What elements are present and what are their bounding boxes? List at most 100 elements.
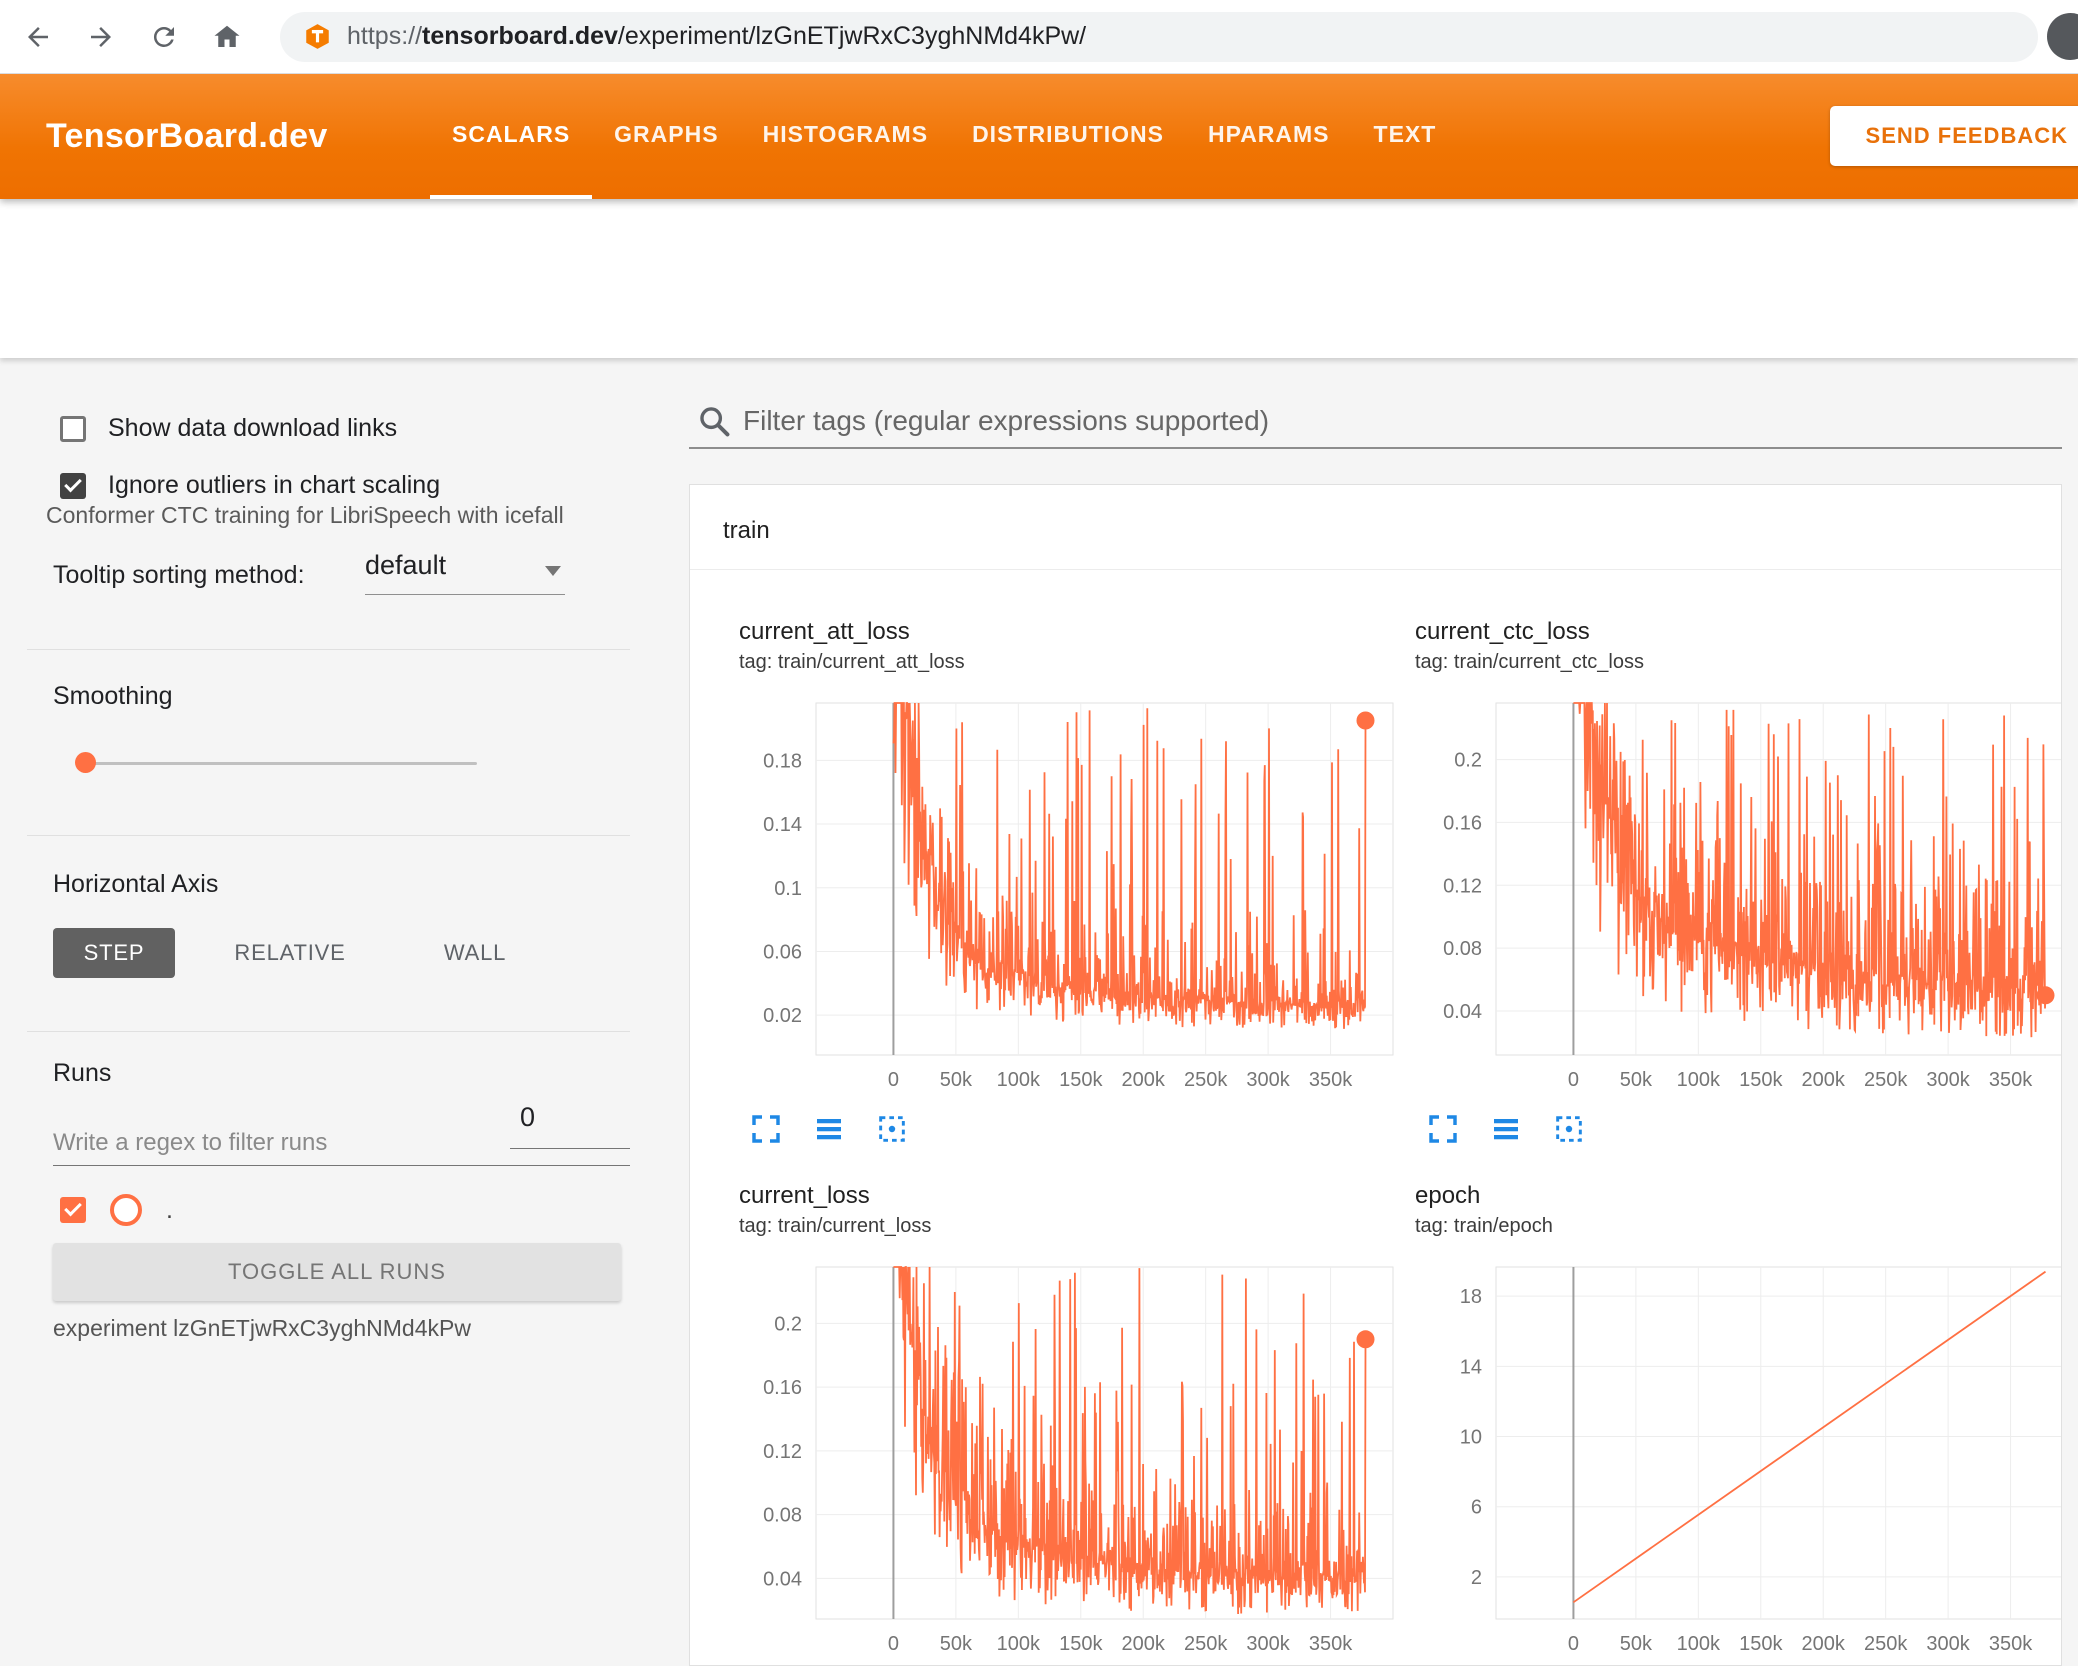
svg-text:0: 0 bbox=[1568, 1633, 1579, 1655]
svg-text:0.1: 0.1 bbox=[774, 878, 802, 900]
svg-text:0.14: 0.14 bbox=[763, 814, 802, 836]
address-bar[interactable]: https://tensorboard.dev/experiment/lzGnE… bbox=[280, 11, 2038, 62]
browser-chrome: https://tensorboard.dev/experiment/lzGnE… bbox=[0, 0, 2078, 74]
show-download-label: Show data download links bbox=[108, 414, 398, 442]
chart-title-current-loss: current_loss bbox=[739, 1182, 870, 1209]
svg-text:200k: 200k bbox=[1122, 1069, 1166, 1091]
svg-text:250k: 250k bbox=[1184, 1069, 1228, 1091]
tag-filter-input[interactable] bbox=[743, 398, 1983, 444]
chart-canvas-epoch[interactable]: 2 6 10 14 18 0 50k 100k 150k 200k 250k 300k 350k bbox=[1401, 1261, 2062, 1666]
tab-text[interactable]: TEXT bbox=[1352, 73, 1459, 199]
svg-text:0.16: 0.16 bbox=[763, 1377, 802, 1399]
svg-text:300k: 300k bbox=[1926, 1633, 1970, 1655]
axis-wall-button[interactable]: WALL bbox=[405, 928, 545, 978]
tab-hparams[interactable]: HPARAMS bbox=[1186, 73, 1352, 199]
svg-text:200k: 200k bbox=[1802, 1633, 1846, 1655]
experiment-title: Conformer CTC training for LibriSpeech w… bbox=[46, 502, 564, 528]
browser-avatar[interactable] bbox=[2047, 13, 2078, 60]
chart-canvas-current-ctc-loss[interactable]: 0.04 0.08 0.12 0.16 0.2 0 50k 100k 150k 200k 250k 3… bbox=[1401, 697, 2062, 1107]
svg-text:100k: 100k bbox=[997, 1069, 1041, 1091]
svg-text:250k: 250k bbox=[1864, 1069, 1908, 1091]
y-axis-settings-icon[interactable] bbox=[1490, 1113, 1522, 1145]
ignore-outliers-row: Ignore outliers in chart scaling bbox=[60, 471, 440, 500]
url-domain: tensorboard.dev bbox=[422, 22, 618, 50]
axis-relative-button[interactable]: RELATIVE bbox=[197, 928, 383, 978]
svg-text:150k: 150k bbox=[1059, 1069, 1103, 1091]
svg-text:0.08: 0.08 bbox=[1443, 938, 1482, 960]
fit-domain-icon[interactable] bbox=[1553, 1113, 1585, 1145]
chart-tag-epoch: tag: train/epoch bbox=[1415, 1215, 1553, 1237]
svg-text:350k: 350k bbox=[1989, 1633, 2033, 1655]
runs-filter-input[interactable] bbox=[53, 1120, 630, 1166]
tensorboard-dev-page: https://tensorboard.dev/experiment/lzGnE… bbox=[0, 0, 2078, 1666]
svg-text:50k: 50k bbox=[1620, 1633, 1653, 1655]
svg-text:10: 10 bbox=[1460, 1427, 1482, 1449]
url-scheme: https:// bbox=[347, 22, 423, 50]
tooltip-sorting-label: Tooltip sorting method: bbox=[53, 561, 305, 589]
svg-text:300k: 300k bbox=[1246, 1069, 1290, 1091]
tab-scalars[interactable]: SCALARS bbox=[430, 73, 593, 199]
svg-text:14: 14 bbox=[1460, 1356, 1482, 1378]
home-icon[interactable] bbox=[212, 22, 242, 52]
svg-text:0.04: 0.04 bbox=[763, 1568, 802, 1590]
svg-text:0: 0 bbox=[888, 1633, 899, 1655]
svg-text:150k: 150k bbox=[1739, 1633, 1783, 1655]
svg-text:350k: 350k bbox=[1309, 1633, 1353, 1655]
smoothing-slider-track[interactable] bbox=[85, 762, 477, 765]
svg-text:0: 0 bbox=[888, 1069, 899, 1091]
svg-text:0.12: 0.12 bbox=[1443, 875, 1482, 897]
ignore-outliers-checkbox[interactable] bbox=[60, 472, 86, 499]
chart-canvas-current-loss[interactable]: 0.04 0.08 0.12 0.16 0.2 0 50k 100k 150k 200k 250k 3… bbox=[721, 1261, 1421, 1666]
svg-text:0.06: 0.06 bbox=[763, 941, 802, 963]
tooltip-sorting-select[interactable]: default bbox=[365, 550, 565, 595]
run-color-icon[interactable] bbox=[110, 1194, 142, 1226]
chart-title-epoch: epoch bbox=[1415, 1182, 1481, 1209]
svg-text:50k: 50k bbox=[940, 1633, 973, 1655]
show-download-checkbox[interactable] bbox=[60, 415, 86, 442]
chevron-down-icon bbox=[545, 566, 561, 576]
svg-text:0.08: 0.08 bbox=[763, 1505, 802, 1527]
content-area: Show data download links Ignore outliers… bbox=[0, 358, 2078, 1666]
divider bbox=[27, 1031, 630, 1032]
svg-text:300k: 300k bbox=[1246, 1633, 1290, 1655]
chart-toolbar bbox=[1427, 1113, 1585, 1145]
svg-text:50k: 50k bbox=[940, 1069, 973, 1091]
axis-step-button[interactable]: STEP bbox=[53, 928, 175, 978]
y-axis-settings-icon[interactable] bbox=[813, 1113, 845, 1145]
run-row: . bbox=[60, 1194, 173, 1226]
back-icon[interactable] bbox=[23, 22, 53, 52]
tab-distributions[interactable]: DISTRIBUTIONS bbox=[950, 73, 1186, 199]
run-checkbox[interactable] bbox=[60, 1197, 86, 1223]
horizontal-axis-buttons: STEP RELATIVE WALL bbox=[53, 928, 545, 978]
svg-text:6: 6 bbox=[1471, 1497, 1482, 1519]
smoothing-slider-thumb[interactable] bbox=[75, 752, 96, 773]
svg-text:100k: 100k bbox=[997, 1633, 1041, 1655]
train-card: train current_att_loss tag: train/curren… bbox=[689, 484, 2062, 1666]
forward-icon[interactable] bbox=[86, 22, 116, 52]
chart-title-current-ctc-loss: current_ctc_loss bbox=[1415, 618, 1590, 645]
fullscreen-icon[interactable] bbox=[750, 1113, 782, 1145]
url-path: /experiment/lzGnETjwRxC3yghNMd4kPw/ bbox=[617, 22, 1087, 50]
fit-domain-icon[interactable] bbox=[876, 1113, 908, 1145]
train-section-title: train bbox=[723, 517, 770, 544]
chart-tag-current-loss: tag: train/current_loss bbox=[739, 1215, 932, 1237]
settings-sidebar: Show data download links Ignore outliers… bbox=[0, 358, 689, 1666]
brand-title: TensorBoard.dev bbox=[46, 116, 328, 155]
url-text: https://tensorboard.dev/experiment/lzGnE… bbox=[347, 22, 1086, 51]
svg-text:50k: 50k bbox=[1620, 1069, 1653, 1091]
ignore-outliers-label: Ignore outliers in chart scaling bbox=[108, 471, 441, 499]
experiment-id: experiment lzGnETjwRxC3yghNMd4kPw bbox=[53, 1315, 471, 1341]
svg-text:200k: 200k bbox=[1122, 1633, 1166, 1655]
chart-toolbar bbox=[750, 1113, 908, 1145]
main-panel: train current_att_loss tag: train/curren… bbox=[689, 358, 2078, 1666]
fullscreen-icon[interactable] bbox=[1427, 1113, 1459, 1145]
chart-title-current-att-loss: current_att_loss bbox=[739, 618, 910, 645]
send-feedback-button[interactable]: SEND FEEDBACK bbox=[1829, 106, 2078, 166]
tab-graphs[interactable]: GRAPHS bbox=[592, 73, 740, 199]
reload-icon[interactable] bbox=[149, 22, 179, 52]
toggle-all-runs-button[interactable]: TOGGLE ALL RUNS bbox=[53, 1243, 621, 1301]
tab-histograms[interactable]: HISTOGRAMS bbox=[741, 73, 950, 199]
svg-text:0.16: 0.16 bbox=[1443, 812, 1482, 834]
train-section-header[interactable]: train bbox=[690, 485, 2061, 570]
chart-canvas-current-att-loss[interactable]: 0.02 0.06 0.1 0.14 0.18 0 50k 100k 150k 200k 250k 3… bbox=[721, 697, 1421, 1107]
